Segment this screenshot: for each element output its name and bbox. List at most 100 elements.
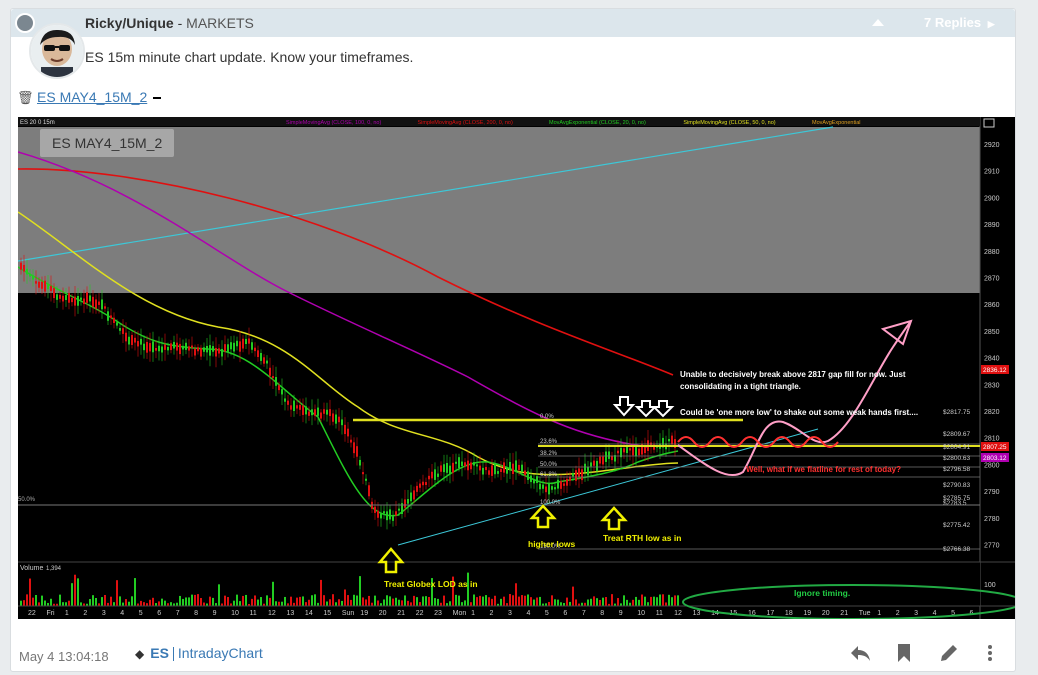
time-tick-label: 3 xyxy=(508,610,512,617)
candle-body xyxy=(431,471,433,479)
volume-bar xyxy=(482,596,484,606)
candle-body xyxy=(638,448,640,456)
volume-bar xyxy=(458,595,460,606)
candle-body xyxy=(497,471,499,474)
volume-value: 1,394 xyxy=(46,566,62,572)
edit-icon[interactable] xyxy=(939,643,963,667)
candle-body xyxy=(269,367,271,376)
candle-body xyxy=(50,285,52,292)
candle-body xyxy=(107,311,109,321)
candle-body xyxy=(494,464,496,475)
bookmark-icon[interactable] xyxy=(896,643,920,667)
candle-body xyxy=(383,511,385,514)
candle-body xyxy=(203,347,205,352)
candle-body xyxy=(218,348,220,354)
candle-body xyxy=(302,405,304,415)
annotation-triangle: consolidating in a tight triangle. xyxy=(680,382,801,391)
volume-bar xyxy=(308,599,310,606)
candle-body xyxy=(23,264,25,272)
candle-body xyxy=(221,348,223,357)
candle-body xyxy=(194,348,196,356)
volume-bar xyxy=(554,599,556,606)
volume-bar xyxy=(92,595,94,606)
annotation-treat-globex: Treat Globex LOD as in xyxy=(384,579,478,589)
price-tick-label: 2820 xyxy=(984,409,1000,416)
time-tick-label: 5 xyxy=(139,610,143,617)
volume-bar xyxy=(359,576,361,606)
volume-bar xyxy=(395,597,397,606)
volume-bar xyxy=(461,602,463,606)
candle-body xyxy=(137,341,139,347)
volume-bar xyxy=(500,598,502,606)
post-author-line: Ricky/Unique - MARKETS xyxy=(85,15,254,31)
attachment-link[interactable]: ES MAY4_15M_2 xyxy=(37,89,147,105)
volume-bar xyxy=(566,597,568,606)
candle-body xyxy=(227,344,229,352)
volume-bar xyxy=(50,598,52,606)
attachment-row: 🗑 ES MAY4_15M_2 xyxy=(17,89,162,106)
reply-icon[interactable] xyxy=(849,643,873,667)
candle-body xyxy=(428,475,430,480)
candle-body xyxy=(419,483,421,488)
time-tick-label: 8 xyxy=(194,610,198,617)
volume-bar xyxy=(530,597,532,606)
volume-bar xyxy=(290,596,292,606)
candle-body xyxy=(338,416,340,423)
time-tick-label: 21 xyxy=(397,610,405,617)
fib-label: 50.0% xyxy=(540,462,558,468)
volume-bar xyxy=(179,595,181,606)
candle-body xyxy=(509,461,511,471)
volume-bar xyxy=(278,601,280,606)
volume-bar xyxy=(68,600,70,606)
candle-body xyxy=(584,463,586,472)
candle-body xyxy=(407,499,409,504)
volume-bar xyxy=(524,595,526,606)
volume-bar xyxy=(599,599,601,606)
candle-body xyxy=(398,508,400,511)
tag-intradaychart[interactable]: IntradayChart xyxy=(178,645,263,661)
more-icon[interactable] xyxy=(986,643,1010,667)
volume-bar xyxy=(251,598,253,606)
volume-bar xyxy=(209,596,211,606)
collapse-icon[interactable] xyxy=(872,19,884,26)
candle-body xyxy=(623,448,625,453)
volume-bar xyxy=(77,578,79,606)
candle-body xyxy=(542,484,544,489)
chart-header-items: SimpleMovingAvg (CLOSE, 100, 0, no) Simpl… xyxy=(286,120,861,126)
volume-bar xyxy=(260,597,262,606)
volume-bar xyxy=(296,597,298,606)
category-separator: - xyxy=(173,15,187,31)
time-tick-label: 21 xyxy=(840,610,848,617)
candle-body xyxy=(209,345,211,356)
left-fib-label: 50.0% xyxy=(18,497,36,503)
volume-bar xyxy=(602,597,604,606)
volume-bar xyxy=(653,596,655,606)
candle-body xyxy=(140,338,142,345)
volume-bar xyxy=(404,595,406,606)
time-tick-label: 15 xyxy=(323,610,331,617)
candle-body xyxy=(128,336,130,345)
author-name[interactable]: Ricky/Unique xyxy=(85,15,174,31)
candle-body xyxy=(110,315,112,318)
candle-body xyxy=(563,483,565,486)
volume-bar xyxy=(272,581,274,606)
candle-body xyxy=(578,468,580,477)
post-category[interactable]: MARKETS xyxy=(186,15,254,31)
candle-body xyxy=(167,346,169,351)
replies-link[interactable]: 7 Replies ▶ xyxy=(924,15,995,30)
volume-bar xyxy=(41,595,43,606)
volume-bar xyxy=(422,596,424,606)
candle-body xyxy=(602,456,604,465)
trash-icon[interactable]: 🗑 xyxy=(17,90,34,106)
candle-body xyxy=(92,296,94,307)
volume-bar xyxy=(560,602,562,606)
time-tick-label: 4 xyxy=(526,610,530,617)
candle-body xyxy=(404,499,406,508)
projection-arrow xyxy=(880,319,913,346)
volume-bar xyxy=(134,578,136,606)
avatar[interactable] xyxy=(29,23,85,79)
candle-body xyxy=(281,389,283,395)
tag-es[interactable]: ES xyxy=(150,645,169,661)
candle-body xyxy=(347,428,349,437)
candle-body xyxy=(296,405,298,409)
